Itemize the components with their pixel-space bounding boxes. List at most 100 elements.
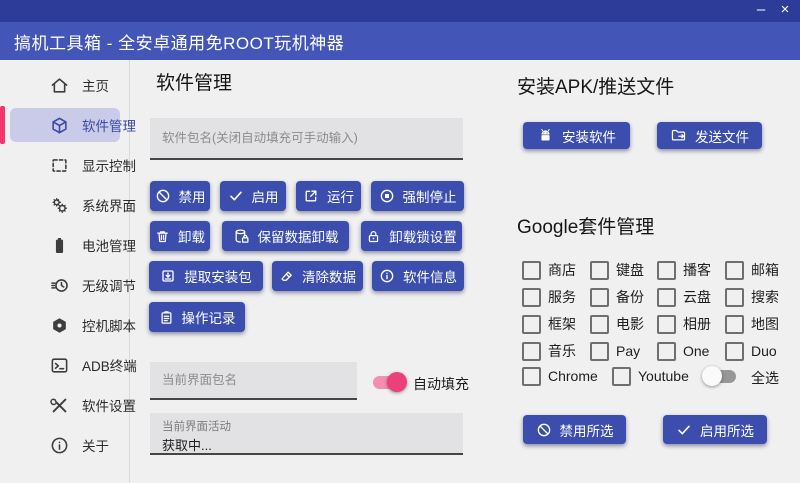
google-item-pay[interactable]: Pay	[590, 341, 657, 361]
select-all-toggle[interactable]	[702, 366, 738, 386]
checkbox-label: 音乐	[548, 343, 576, 359]
send-file-button[interactable]: 发送文件	[657, 122, 762, 149]
button-row-4: 操作记录	[149, 302, 245, 332]
clear-data-button[interactable]: 清除数据	[272, 261, 363, 291]
current-activity-field[interactable]: 当前界面活动 获取中...	[150, 413, 463, 455]
screen-selection-icon	[52, 158, 67, 172]
info-circle-icon	[380, 269, 394, 283]
button-label: 强制停止	[402, 190, 457, 205]
checkbox-icon[interactable]	[657, 260, 676, 280]
checkbox-icon[interactable]	[590, 287, 609, 307]
sidebar-item-display-control[interactable]: 显示控制	[10, 148, 136, 182]
checkbox-icon[interactable]	[725, 314, 744, 334]
sidebar-item-home[interactable]: 主页	[10, 68, 120, 102]
google-item-store[interactable]: 商店	[522, 260, 590, 280]
minimize-button[interactable]: –	[748, 0, 774, 22]
ban-icon	[156, 189, 169, 203]
package-cube-icon	[52, 117, 67, 133]
operation-log-button[interactable]: 操作记录	[149, 302, 245, 332]
checkbox-label: 服务	[548, 289, 576, 305]
sidebar-item-software-management[interactable]: 软件管理	[0, 106, 136, 144]
google-suite-grid: 商店 键盘 播客 邮箱 服务 备份 云盘 搜索 框架 电影 相册 地图 音乐 P…	[522, 260, 785, 361]
button-label: 清除数据	[302, 270, 356, 285]
checkbox-icon[interactable]	[590, 260, 609, 280]
button-label: 卸载锁设置	[389, 230, 457, 245]
stop-icon	[380, 189, 393, 203]
google-item-duo[interactable]: Duo	[725, 341, 785, 361]
checkbox-icon[interactable]	[522, 341, 541, 361]
checkbox-label: 邮箱	[751, 262, 779, 278]
checkbox-icon[interactable]	[522, 366, 541, 386]
checkbox-label: 播客	[683, 262, 711, 278]
checkbox-icon[interactable]	[657, 341, 676, 361]
close-button[interactable]: ×	[772, 0, 798, 22]
launch-icon	[305, 190, 317, 202]
uninstall-lock-settings-button[interactable]: 卸载锁设置	[361, 221, 462, 251]
checkbox-icon[interactable]	[522, 314, 541, 334]
toggle-thumb	[702, 366, 722, 386]
checkbox-icon[interactable]	[657, 314, 676, 334]
sidebar-item-system-ui[interactable]: 系统界面	[10, 188, 136, 222]
google-item-movies[interactable]: 电影	[590, 314, 657, 334]
sidebar-item-adb-terminal[interactable]: ADB终端	[10, 348, 137, 382]
google-item-keyboard[interactable]: 键盘	[590, 260, 657, 280]
google-item-podcasts[interactable]: 播客	[657, 260, 725, 280]
keep-data-uninstall-button[interactable]: 保留数据卸载	[222, 221, 349, 251]
package-name-input[interactable]	[150, 118, 463, 160]
history-clock-icon	[51, 278, 68, 292]
button-label: 软件信息	[403, 270, 457, 285]
google-item-youtube[interactable]: Youtube	[612, 366, 689, 386]
force-stop-button[interactable]: 强制停止	[371, 181, 464, 211]
checkbox-icon[interactable]	[590, 341, 609, 361]
disable-selected-button[interactable]: 禁用所选	[523, 415, 626, 444]
checkbox-label: Pay	[616, 343, 641, 359]
sidebar-item-label: 主页	[82, 79, 109, 94]
lock-icon	[369, 230, 379, 242]
sidebar-item-control-script[interactable]: 控机脚本	[10, 308, 136, 342]
button-label: 禁用所选	[559, 423, 614, 439]
current-package-input[interactable]	[150, 362, 357, 400]
google-item-framework[interactable]: 框架	[522, 314, 590, 334]
extract-box-icon	[162, 270, 174, 282]
software-management-title: 软件管理	[156, 73, 233, 94]
checkbox-icon[interactable]	[725, 260, 744, 280]
enable-selected-button[interactable]: 启用所选	[663, 415, 767, 444]
terminal-icon	[51, 357, 68, 373]
checkbox-icon[interactable]	[522, 287, 541, 307]
checkbox-icon[interactable]	[612, 366, 631, 386]
sidebar-item-battery[interactable]: 电池管理	[10, 228, 136, 262]
google-item-maps[interactable]: 地图	[725, 314, 785, 334]
checkbox-icon[interactable]	[725, 341, 744, 361]
sidebar-item-label: 控机脚本	[82, 319, 136, 334]
checkbox-icon[interactable]	[590, 314, 609, 334]
enable-button[interactable]: 启用	[220, 181, 286, 211]
app-info-button[interactable]: 软件信息	[372, 261, 464, 291]
google-item-drive[interactable]: 云盘	[657, 287, 725, 307]
sidebar-item-stepless-adjust[interactable]: 无级调节	[10, 268, 136, 302]
google-item-music[interactable]: 音乐	[522, 341, 590, 361]
uninstall-button[interactable]: 卸载	[150, 221, 210, 251]
google-item-search[interactable]: 搜索	[725, 287, 785, 307]
google-item-chrome[interactable]: Chrome	[522, 366, 598, 386]
checkbox-icon[interactable]	[725, 287, 744, 307]
google-item-backup[interactable]: 备份	[590, 287, 657, 307]
install-app-button[interactable]: 安装软件	[523, 122, 630, 149]
run-button[interactable]: 运行	[296, 181, 361, 211]
checkbox-icon[interactable]	[657, 287, 676, 307]
current-activity-value: 获取中...	[162, 438, 212, 453]
checkbox-label: 搜索	[751, 289, 779, 305]
disable-button[interactable]: 禁用	[150, 181, 210, 211]
google-item-photos[interactable]: 相册	[657, 314, 725, 334]
checkbox-label: Chrome	[548, 368, 598, 384]
ban-icon	[537, 423, 550, 436]
autofill-toggle[interactable]	[371, 372, 407, 392]
extract-apk-button[interactable]: 提取安装包	[149, 261, 263, 291]
sidebar-item-settings[interactable]: 软件设置	[10, 388, 136, 422]
google-item-one[interactable]: One	[657, 341, 725, 361]
button-row-3: 提取安装包 清除数据 软件信息	[149, 261, 464, 291]
google-item-mail[interactable]: 邮箱	[725, 260, 785, 280]
google-item-services[interactable]: 服务	[522, 287, 590, 307]
sidebar-item-about[interactable]: 关于	[10, 428, 120, 462]
checkbox-label: Duo	[751, 343, 777, 359]
checkbox-icon[interactable]	[522, 260, 541, 280]
